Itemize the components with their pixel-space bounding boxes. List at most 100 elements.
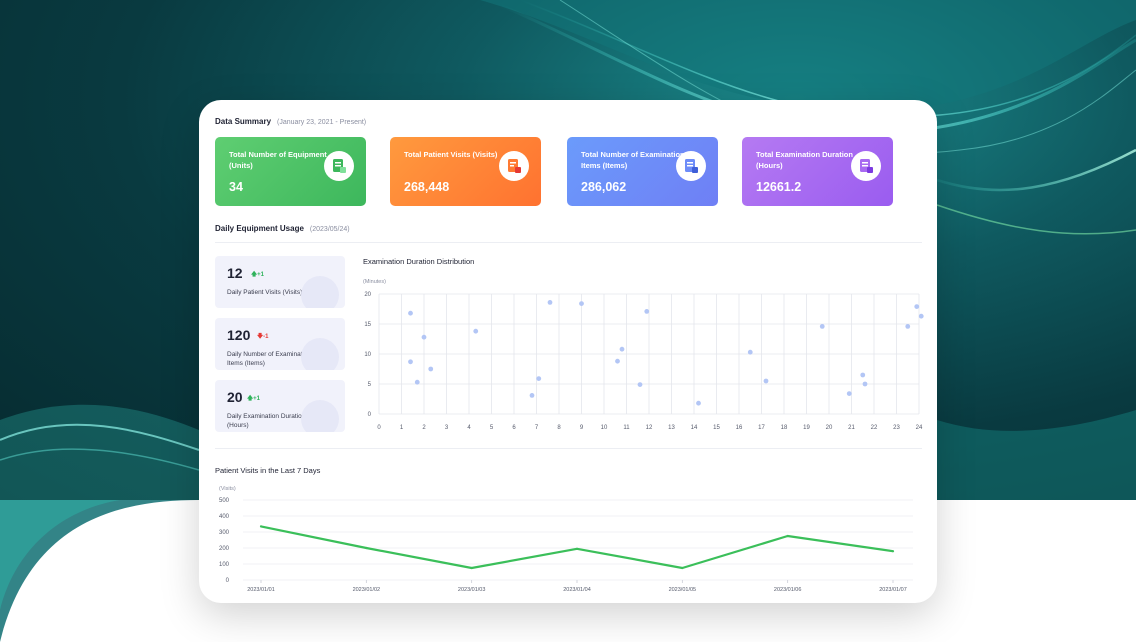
y-tick-label: 0 [368,412,372,418]
y-tick-label: 15 [364,322,371,328]
x-tick-label: 17 [758,425,765,431]
x-tick-label: 14 [691,425,698,431]
line-chart: 0 100 200 300 400 500 2023/01/01 2023/01/02 2023… [219,498,913,593]
stat-value: 286,062 [581,180,627,194]
data-summary-title: Data Summary [215,117,272,126]
daily-patient-visits-card[interactable]: 12 🡅+1 Daily Patient Visits (Visits) [215,256,345,308]
x-tick-label: 6 [512,425,516,431]
daily-usage-heading: Daily Equipment Usage (2023/05/24) [215,224,350,233]
x-tick-label: 16 [736,425,743,431]
x-tick-label: 21 [848,425,855,431]
stat-card-exam-items[interactable]: Total Number of Examination Items (Items… [567,137,718,206]
scatter-point [763,378,769,384]
divider [215,448,922,449]
data-summary-range: (January 23, 2021 - Present) [277,119,367,126]
change-value: -1 [263,334,269,340]
duration-icon [851,151,881,181]
x-tick-label: 2023/01/06 [774,587,802,593]
stat-value: 12661.2 [756,180,802,194]
change-indicator: 🡅+1 [251,270,264,280]
x-tick-label: 5 [490,425,494,431]
x-tick-label: 4 [467,425,471,431]
scatter-point [408,359,413,365]
daily-value: 12 [227,265,243,281]
dashboard-card: Data Summary (January 23, 2021 - Present)… [199,100,937,603]
scatter-point [819,324,825,329]
scatter-chart-title: Examination Duration Distribution [363,257,475,266]
data-point [575,547,579,550]
y-tick-label: 400 [219,514,230,520]
scatter-point [862,381,868,387]
scatter-point [579,301,584,306]
y-tick-label: 500 [219,498,230,504]
x-tick-label: 11 [623,425,630,431]
x-tick-label: 8 [557,425,561,431]
scatter-chart: 0 1 2 3 4 5 6 7 8 9 10 11 12 13 14 15 16 17 18 19 20 21 22 23 24… [364,292,924,431]
x-tick-label: 2023/01/03 [458,587,486,593]
scatter-point [696,400,701,406]
scatter-point [615,358,620,364]
patient-record-icon [499,151,529,181]
x-tick-label: 23 [893,425,900,431]
stat-label: Total Examination Duration (Hours) [756,150,853,170]
y-tick-label: 5 [368,382,372,388]
x-tick-label: 22 [871,425,878,431]
scatter-point [421,334,427,340]
data-point [786,534,789,538]
series-line [260,525,894,570]
data-summary-heading: Data Summary (January 23, 2021 - Present) [215,117,366,126]
user-icon [301,276,339,308]
scatter-point [414,379,420,385]
y-tick-label: 0 [226,578,230,584]
y-tick-label: 20 [364,292,371,298]
daily-exam-items-card[interactable]: 120 🡇-1 Daily Number of Examination Item… [215,318,345,370]
x-tick-label: 19 [803,425,810,431]
scatter-point [536,376,542,381]
stat-value: 268,448 [404,180,450,194]
change-indicator: 🡇-1 [257,332,269,342]
daily-usage-title: Daily Equipment Usage [215,224,304,233]
scatter-point [637,382,643,387]
x-tick-label: 1 [400,425,404,431]
scatter-point [914,304,920,309]
scatter-y-unit: (Minutes) [363,279,386,285]
scatter-point [644,309,650,314]
daily-value: 20 [227,389,243,405]
x-tick-label: 10 [601,425,608,431]
stat-card-equipment[interactable]: Total Number of Equipment (Units) 34 [215,137,366,206]
x-tick-label: 2023/01/01 [247,587,275,593]
scatter-point [905,324,911,329]
scatter-point [473,328,479,334]
scatter-point [860,372,866,378]
data-point [681,566,684,570]
line-y-unit: (Visits) [219,486,236,492]
stat-label: Total Number of Examination Items (Items… [581,150,685,170]
x-tick-label: 2 [422,425,426,431]
scatter-point [918,313,924,319]
data-point [259,525,263,528]
stat-card-exam-duration[interactable]: Total Examination Duration (Hours) 12661… [742,137,893,206]
y-tick-label: 300 [219,530,230,536]
stat-card-patient-visits[interactable]: Total Patient Visits (Visits) 268,448 [390,137,541,206]
x-tick-label: 20 [826,425,833,431]
y-tick-label: 10 [364,352,371,358]
exam-items-icon [676,151,706,181]
data-point [470,566,473,570]
corner-curve-decoration [0,500,199,642]
stat-label: Total Number of Equipment (Units) [229,150,327,170]
scatter-point [846,391,852,396]
x-tick-label: 2023/01/07 [879,587,907,593]
y-tick-label: 100 [219,562,230,568]
stat-value: 34 [229,180,243,194]
daily-value: 120 [227,327,251,343]
x-tick-label: 9 [580,425,584,431]
divider [215,242,922,243]
x-tick-label: 24 [916,425,923,431]
change-value: +1 [257,272,265,278]
scatter-point [428,366,434,372]
daily-exam-duration-card[interactable]: 20 🡅+1 Daily Examination Duration (Hours… [215,380,345,432]
x-tick-label: 13 [668,425,675,431]
line-chart-title: Patient Visits in the Last 7 Days [215,466,321,475]
scatter-point [547,300,553,305]
clipboard-icon [301,338,339,370]
